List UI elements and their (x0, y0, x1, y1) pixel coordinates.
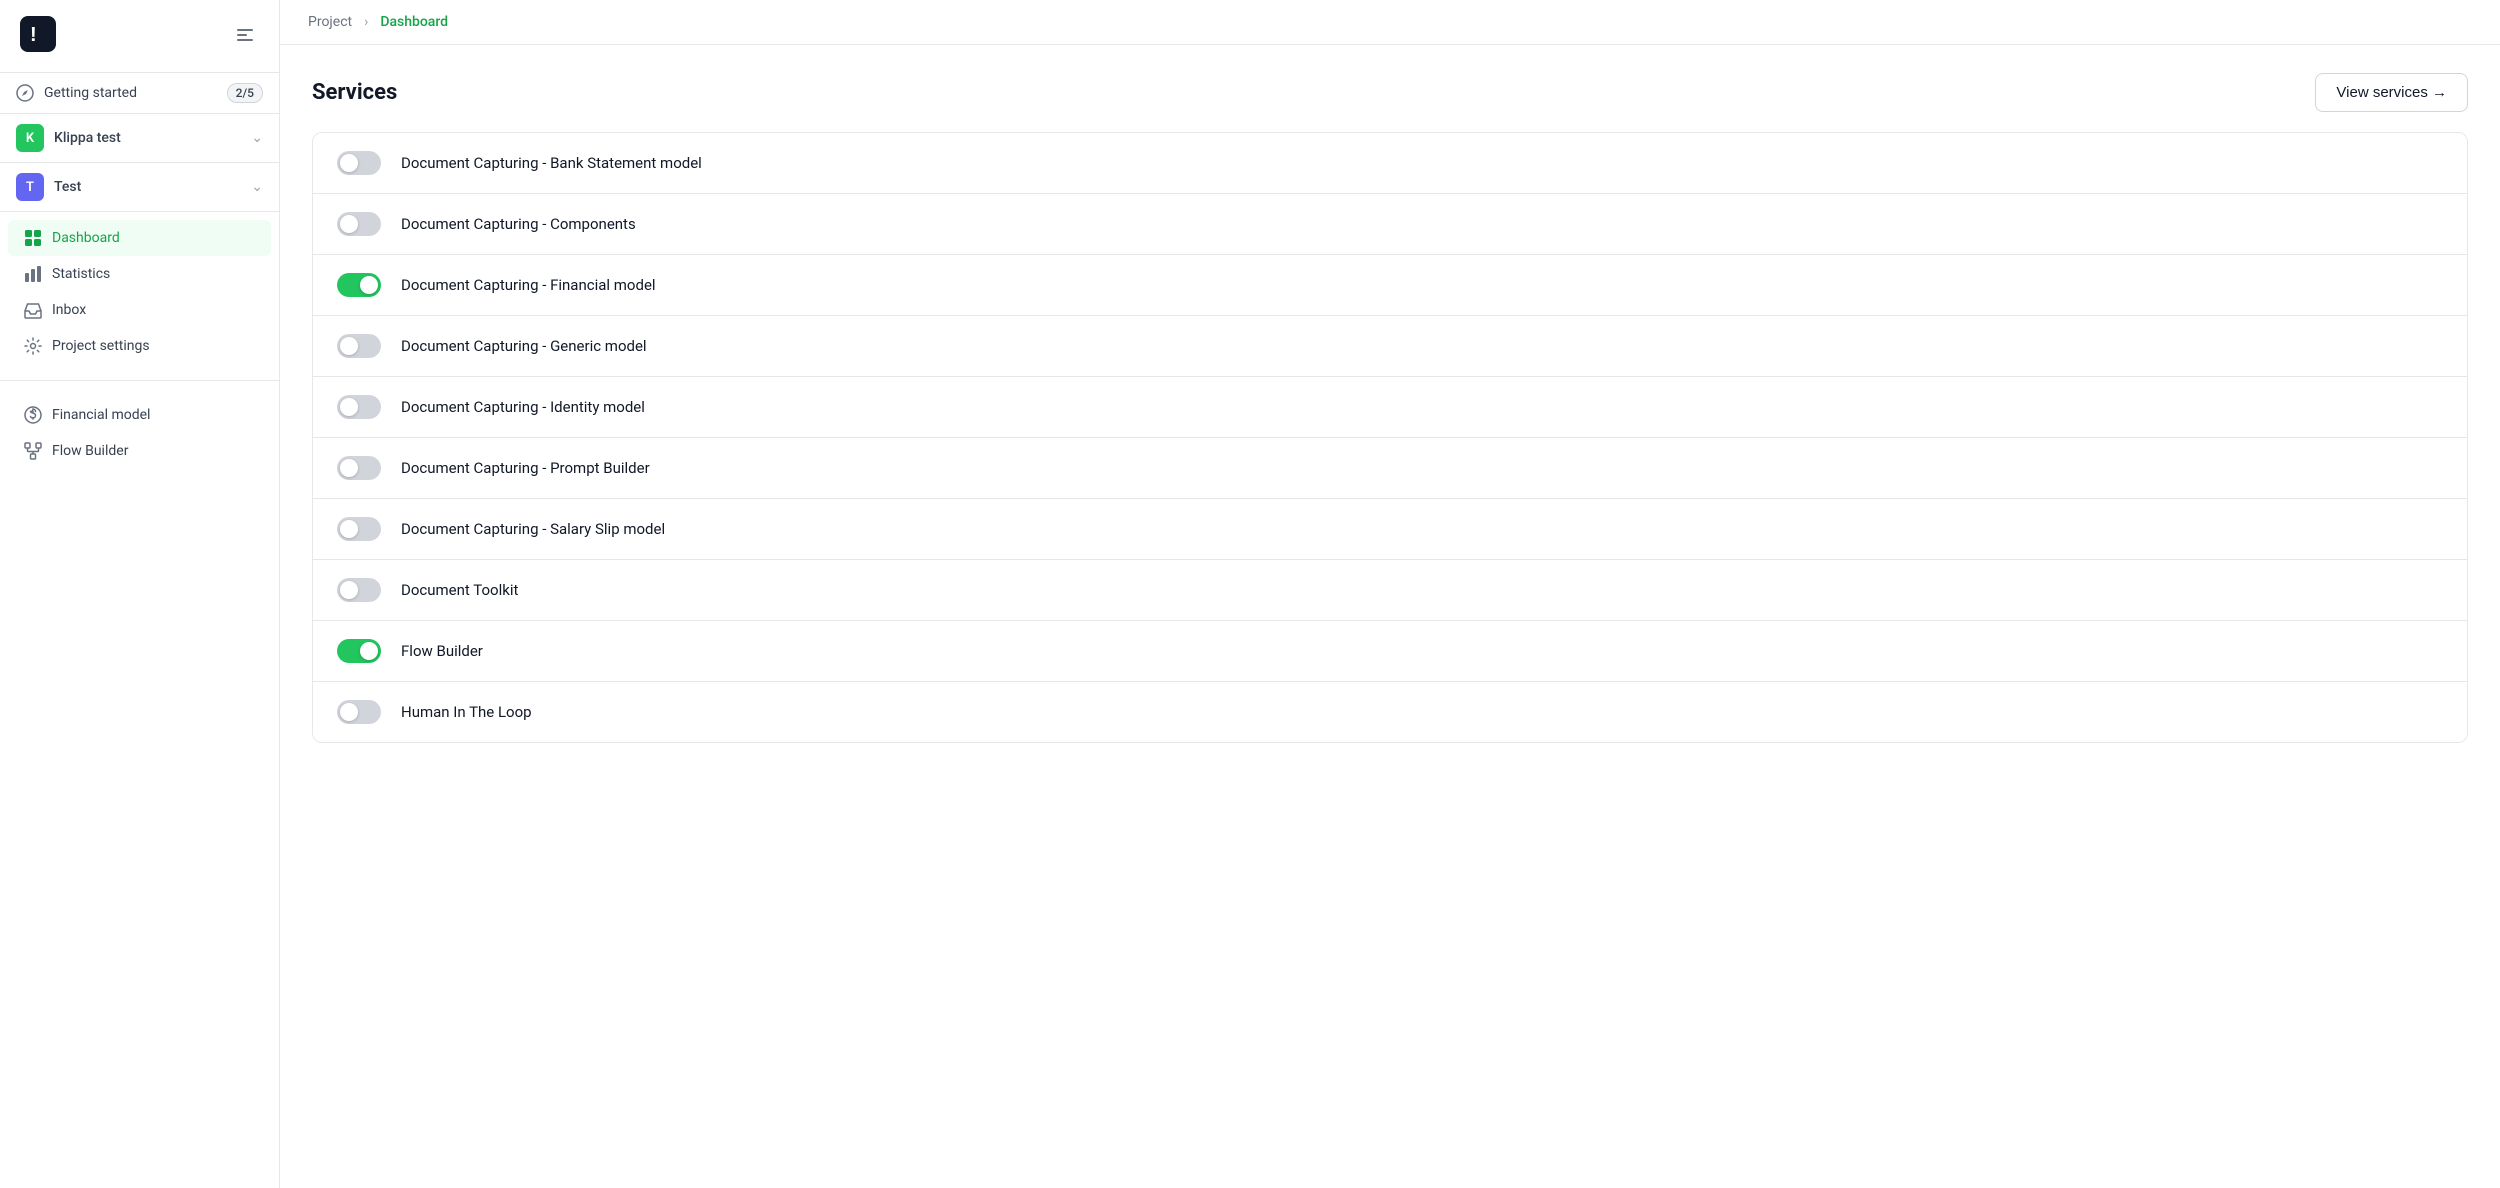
service-name: Document Capturing - Prompt Builder (401, 459, 650, 477)
service-toggle[interactable] (337, 395, 381, 419)
app-logo[interactable]: ! (20, 16, 56, 56)
service-name: Flow Builder (401, 642, 483, 660)
chevron-down-icon: ⌄ (251, 130, 263, 146)
sidebar-item-label-statistics: Statistics (52, 266, 110, 282)
service-row: Document Capturing - Bank Statement mode… (313, 133, 2467, 194)
service-name: Document Capturing - Financial model (401, 276, 656, 294)
sidebar-item-label-flow-builder: Flow Builder (52, 443, 128, 459)
view-services-button[interactable]: View services → (2315, 73, 2468, 112)
main-content: Project › Dashboard Services View servic… (280, 0, 2500, 1188)
service-name: Document Capturing - Bank Statement mode… (401, 154, 702, 172)
org-item-klippa[interactable]: K Klippa test ⌄ (0, 114, 279, 163)
breadcrumb-separator: › (364, 14, 368, 30)
service-row: Document Capturing - Prompt Builder (313, 438, 2467, 499)
sidebar: ! Getting started 2/5 K Klippa test ⌄ (0, 0, 280, 1188)
services-title: Services (312, 80, 397, 105)
service-name: Human In The Loop (401, 703, 532, 721)
sidebar-item-label-financial-model: Financial model (52, 407, 150, 423)
org-name-klippa: Klippa test (54, 130, 121, 146)
service-name: Document Capturing - Components (401, 215, 636, 233)
inbox-icon (24, 301, 42, 319)
getting-started-left: Getting started (16, 84, 137, 102)
sidebar-item-flow-builder[interactable]: Flow Builder (8, 433, 271, 469)
org-item-test[interactable]: T Test ⌄ (0, 163, 279, 212)
org-avatar-test: T (16, 173, 44, 201)
sidebar-divider (0, 380, 279, 381)
service-toggle[interactable] (337, 456, 381, 480)
service-toggle[interactable] (337, 151, 381, 175)
service-toggle[interactable] (337, 639, 381, 663)
sidebar-item-dashboard[interactable]: Dashboard (8, 220, 271, 256)
service-row: Human In The Loop (313, 682, 2467, 742)
breadcrumb-parent: Project (308, 14, 352, 30)
sidebar-item-label-dashboard: Dashboard (52, 230, 120, 246)
service-row: Document Capturing - Salary Slip model (313, 499, 2467, 560)
sidebar-item-label-inbox: Inbox (52, 302, 86, 318)
service-toggle[interactable] (337, 700, 381, 724)
flow-icon (24, 442, 42, 460)
sidebar-toggle-button[interactable] (231, 21, 259, 52)
chevron-down-icon-test: ⌄ (251, 179, 263, 195)
sidebar-item-inbox[interactable]: Inbox (8, 292, 271, 328)
service-name: Document Capturing - Salary Slip model (401, 520, 665, 538)
services-list: Document Capturing - Bank Statement mode… (312, 132, 2468, 743)
content-header: Services View services → (312, 73, 2468, 112)
getting-started-bar[interactable]: Getting started 2/5 (0, 73, 279, 114)
service-row: Document Capturing - Financial model (313, 255, 2467, 316)
bar-chart-icon (24, 265, 42, 283)
rocket-icon (16, 84, 34, 102)
service-name: Document Capturing - Identity model (401, 398, 645, 416)
nav-section: Dashboard Statistics Inbox Proje (0, 212, 279, 372)
service-name: Document Capturing - Generic model (401, 337, 647, 355)
org-name-test: Test (54, 179, 81, 195)
sidebar-item-financial-model[interactable]: Financial model (8, 397, 271, 433)
sidebar-item-statistics[interactable]: Statistics (8, 256, 271, 292)
service-toggle[interactable] (337, 334, 381, 358)
sidebar-item-project-settings[interactable]: Project settings (8, 328, 271, 364)
getting-started-label: Getting started (44, 85, 137, 101)
service-row: Document Toolkit (313, 560, 2467, 621)
service-row: Document Capturing - Identity model (313, 377, 2467, 438)
content-area: Services View services → Document Captur… (280, 45, 2500, 1188)
service-row: Document Capturing - Generic model (313, 316, 2467, 377)
grid-icon (24, 229, 42, 247)
svg-text:!: ! (30, 24, 37, 46)
sidebar-header: ! (0, 0, 279, 73)
breadcrumb-current: Dashboard (380, 14, 448, 30)
service-name: Document Toolkit (401, 581, 518, 599)
dollar-circle-icon (24, 406, 42, 424)
service-toggle[interactable] (337, 212, 381, 236)
service-toggle[interactable] (337, 273, 381, 297)
service-toggle[interactable] (337, 578, 381, 602)
service-row: Flow Builder (313, 621, 2467, 682)
topbar: Project › Dashboard (280, 0, 2500, 45)
settings-icon (24, 337, 42, 355)
service-toggle[interactable] (337, 517, 381, 541)
service-row: Document Capturing - Components (313, 194, 2467, 255)
org-avatar-klippa: K (16, 124, 44, 152)
secondary-nav-section: Financial model Flow Builder (0, 389, 279, 477)
sidebar-item-label-project-settings: Project settings (52, 338, 150, 354)
getting-started-badge: 2/5 (227, 83, 263, 103)
